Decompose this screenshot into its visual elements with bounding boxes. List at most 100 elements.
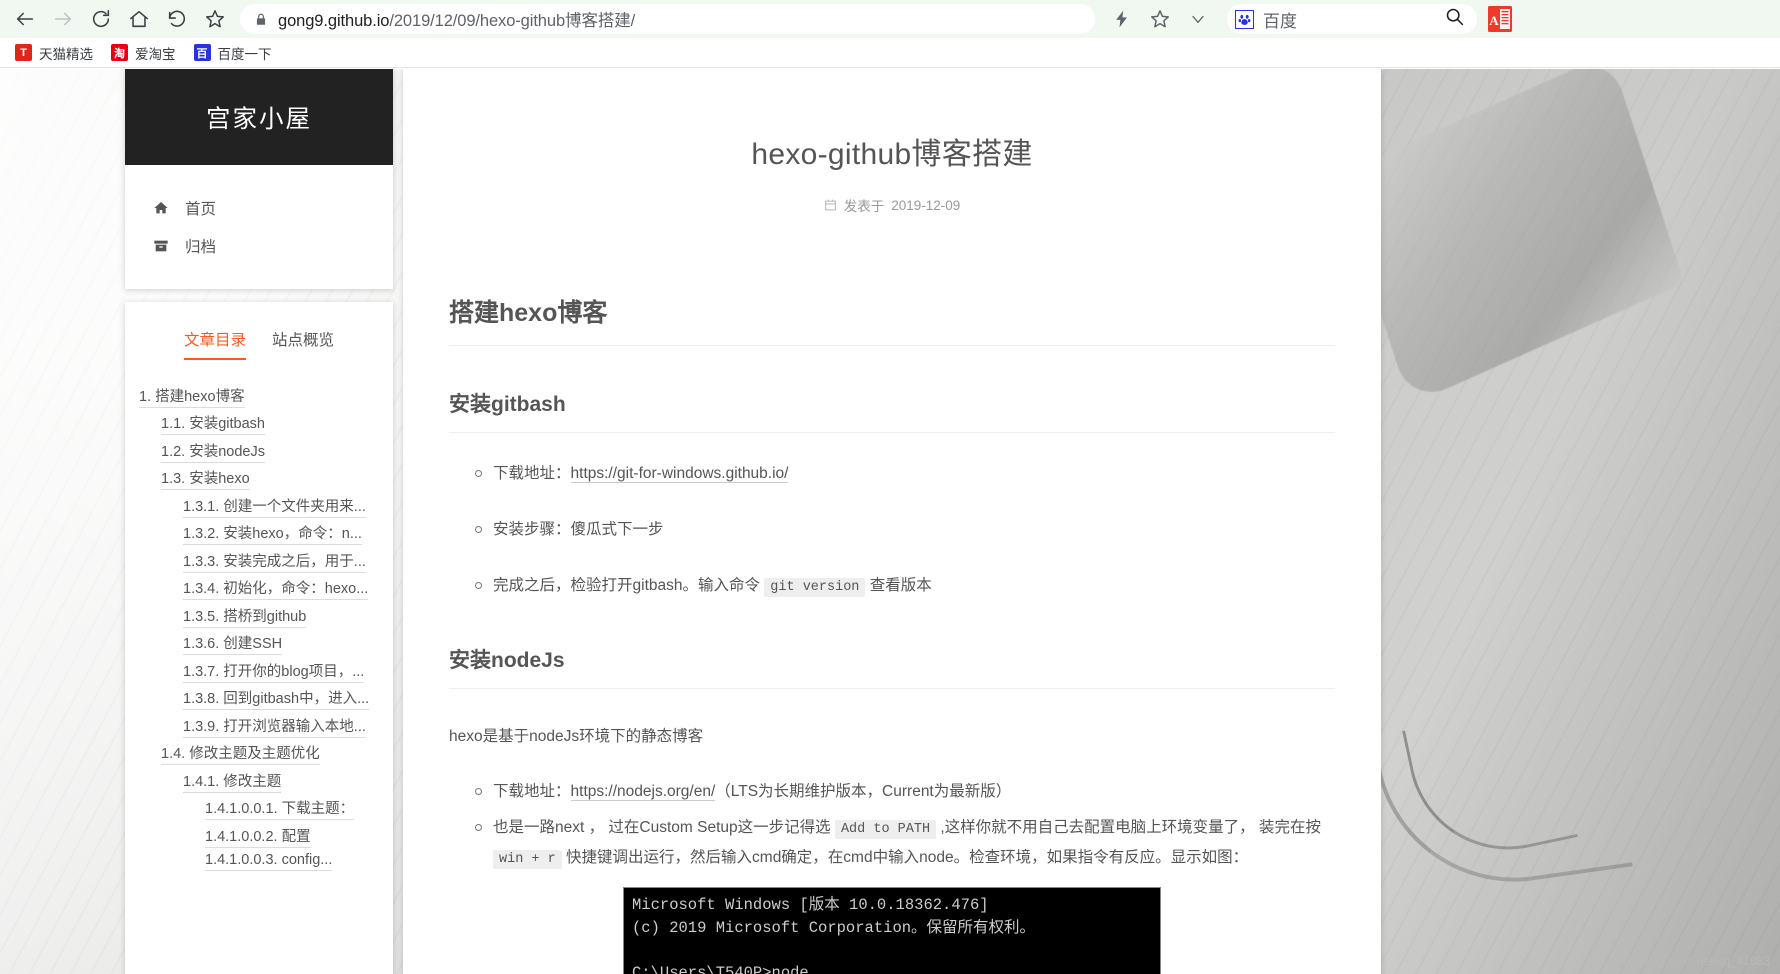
site-nav: 首页 归档 [125, 165, 393, 289]
list-item: 下载地址：https://nodejs.org/en/（LTS为长期维护版本，C… [475, 777, 1335, 807]
sidebar-item-label: 归档 [185, 239, 217, 256]
bullet-suffix: 查看版本 [865, 577, 932, 595]
bookmark-item-baidu[interactable]: 百 百度一下 [185, 40, 281, 66]
toc-entry[interactable]: 1.1. 安装gitbash [139, 410, 393, 438]
toc-entry[interactable]: 1.3. 安装hexo [139, 465, 393, 493]
toc-entry-label: 1. 搭建hexo博客 [139, 388, 245, 408]
toc-entry[interactable]: 1.4.1.0.0.1. 下载主题： [139, 795, 393, 823]
toc-entry[interactable]: 1.2. 安装nodeJs [139, 437, 393, 465]
bullet-prefix: 安装步骤：傻瓜式下一步 [493, 521, 664, 539]
list-item: 也是一路next ， 过在Custom Setup这一步记得选 Add to P… [475, 813, 1335, 874]
toc-entry[interactable]: 1.3.5. 搭桥到github [139, 602, 393, 630]
bookmarks-bar: T 天猫精选 淘 爱淘宝 百 百度一下 [0, 38, 1780, 68]
bookmark-label: 爱淘宝 [135, 46, 176, 62]
bullet-prefix: 下载地址： [493, 782, 571, 800]
toc-entry-label: 1.4.1.0.0.2. 配置 [205, 828, 311, 848]
pdf-extension-icon[interactable]: A [1487, 5, 1513, 33]
calendar-icon [824, 198, 837, 212]
toc-tabs: 文章目录 站点概览 [125, 320, 393, 360]
inline-code-add-to-path: Add to PATH [834, 819, 937, 839]
bullet-part-3: 快捷键调出运行，然后输入cmd确定，在cmd中输入node。检查环境，如果指令有… [561, 849, 1249, 867]
toc-entry-label: 1.3.1. 创建一个文件夹用来... [183, 498, 366, 518]
star-icon[interactable] [196, 0, 234, 38]
toc-entry[interactable]: 1. 搭建hexo博客 [139, 382, 393, 410]
url-path: /2019/12/09/hexo-github博客搭建/ [389, 12, 636, 30]
toc-entry-label: 1.4. 修改主题及主题优化 [161, 746, 320, 765]
bullet-suffix: （LTS为长期维护版本，Current为最新版） [715, 782, 1012, 800]
toc-entry[interactable]: 1.4.1.0.0.3. config... [139, 850, 393, 873]
bullet-prefix: 完成之后，检验打开gitbash。输入命令 [493, 577, 765, 595]
bullet-prefix: 下载地址： [493, 465, 571, 482]
flash-icon[interactable] [1103, 0, 1141, 38]
subsection-heading-gitbash: 安装gitbash [449, 388, 1335, 433]
chevron-down-icon[interactable] [1179, 0, 1217, 38]
history-undo-icon[interactable] [158, 0, 196, 38]
sidebar-item-archive[interactable]: 归档 [125, 227, 393, 265]
site-title: 宫家小屋 [206, 105, 312, 133]
bookmark-item-taobao[interactable]: 淘 爱淘宝 [102, 40, 185, 66]
list-item: 完成之后，检验打开gitbash。输入命令 git version 查看版本 [475, 571, 1335, 601]
article-meta-date: 2019-12-09 [891, 197, 961, 213]
toc-entry[interactable]: 1.3.6. 创建SSH [139, 630, 393, 658]
toc-entry[interactable]: 1.3.3. 安装完成之后，用于... [139, 547, 393, 575]
toc-entry-label: 1.3.6. 创建SSH [183, 636, 283, 655]
page-viewport: 宫家小屋 首页 归档 文章目录 站点概览 1. 搭建hexo博客 1.1. 安装… [0, 69, 1780, 974]
bookmark-item-tmall[interactable]: T 天猫精选 [6, 40, 102, 66]
sidebar-item-label: 首页 [185, 201, 217, 218]
toc-entry[interactable]: 1.3.1. 创建一个文件夹用来... [139, 492, 393, 520]
bullet-part-1: 也是一路next ， 过在Custom Setup这一步记得选 [493, 818, 835, 836]
toc-entry[interactable]: 1.4.1.0.0.2. 配置 [139, 822, 393, 850]
toc-entry[interactable]: 1.3.8. 回到gitbash中，进入... [139, 685, 393, 713]
reload-icon[interactable] [82, 0, 120, 38]
terminal-screenshot-wrap: Microsoft Windows [版本 10.0.18362.476] (c… [449, 887, 1335, 974]
bookmark-label: 百度一下 [217, 46, 272, 62]
baidu-icon: 百 [193, 44, 211, 61]
terminal-line: Microsoft Windows [版本 10.0.18362.476] [632, 896, 989, 915]
tab-site-overview[interactable]: 站点概览 [272, 328, 334, 360]
url-text: gong9.github.io/2019/12/09/hexo-github博客… [278, 7, 635, 31]
subsection-heading-nodejs: 安装nodeJs [449, 644, 1335, 689]
navigation-buttons [0, 0, 234, 38]
article-container: hexo-github博客搭建 发表于 2019-12-09 搭建hexo博客 … [403, 69, 1381, 974]
lock-icon [254, 12, 268, 27]
toc-entry-label: 1.3.5. 搭桥到github [183, 608, 307, 628]
toc-entry-label: 1.3. 安装hexo [161, 471, 250, 490]
forward-arrow-icon[interactable] [44, 0, 82, 38]
list-item: 下载地址：https://git-for-windows.github.io/ [475, 459, 1335, 489]
bookmark-label: 天猫精选 [39, 46, 93, 62]
link-nodejs-download[interactable]: https://nodejs.org/en/ [570, 782, 716, 801]
link-git-for-windows[interactable]: https://git-for-windows.github.io/ [570, 465, 789, 483]
article-meta-prefix: 发表于 [843, 199, 885, 214]
toc-entry-label: 1.3.3. 安装完成之后，用于... [183, 553, 366, 573]
sidebar-item-home[interactable]: 首页 [125, 189, 393, 227]
toc-entry[interactable]: 1.3.2. 安装hexo，命令：n... [139, 520, 393, 548]
terminal-screenshot: Microsoft Windows [版本 10.0.18362.476] (c… [623, 887, 1161, 974]
inline-code-win-r: win + r [493, 850, 562, 870]
toc-entry[interactable]: 1.3.9. 打开浏览器输入本地... [139, 712, 393, 740]
home-icon [153, 200, 173, 216]
address-bar[interactable]: gong9.github.io/2019/12/09/hexo-github博客… [240, 4, 1095, 34]
toc-entry-label: 1.4.1.0.0.1. 下载主题： [205, 801, 355, 820]
taobao-icon: 淘 [111, 44, 128, 61]
toc-entry-label: 1.3.9. 打开浏览器输入本地... [183, 718, 366, 738]
toc-entry[interactable]: 1.4. 修改主题及主题优化 [139, 740, 393, 768]
search-box[interactable]: 百度 [1227, 4, 1477, 34]
toc-entry-label: 1.3.7. 打开你的blog项目，... [183, 663, 365, 683]
toc-entry-label: 1.3.2. 安装hexo，命令：n... [183, 526, 362, 545]
toc-card: 文章目录 站点概览 1. 搭建hexo博客 1.1. 安装gitbash 1.2… [125, 302, 393, 974]
toc-entry-label: 1.4.1.0.0.3. config... [205, 852, 333, 871]
toc-entry[interactable]: 1.3.7. 打开你的blog项目，... [139, 657, 393, 685]
toc-entry[interactable]: 1.3.4. 初始化，命令：hexo... [139, 575, 393, 603]
toc-entry-label: 1.3.4. 初始化，命令：hexo... [183, 581, 369, 600]
tab-article-toc[interactable]: 文章目录 [183, 328, 246, 360]
bookmark-star-icon[interactable] [1141, 0, 1179, 38]
toc-entry[interactable]: 1.4.1. 修改主题 [139, 767, 393, 795]
home-icon[interactable] [120, 0, 158, 38]
browser-toolbar: gong9.github.io/2019/12/09/hexo-github博客… [0, 0, 1780, 38]
search-icon[interactable] [1444, 6, 1465, 32]
back-arrow-icon[interactable] [6, 0, 44, 38]
tmall-icon: T [15, 44, 32, 61]
toolbar-right-icons: 百度 A [1103, 0, 1523, 38]
terminal-line: C:\Users\T540P>node [632, 963, 809, 974]
